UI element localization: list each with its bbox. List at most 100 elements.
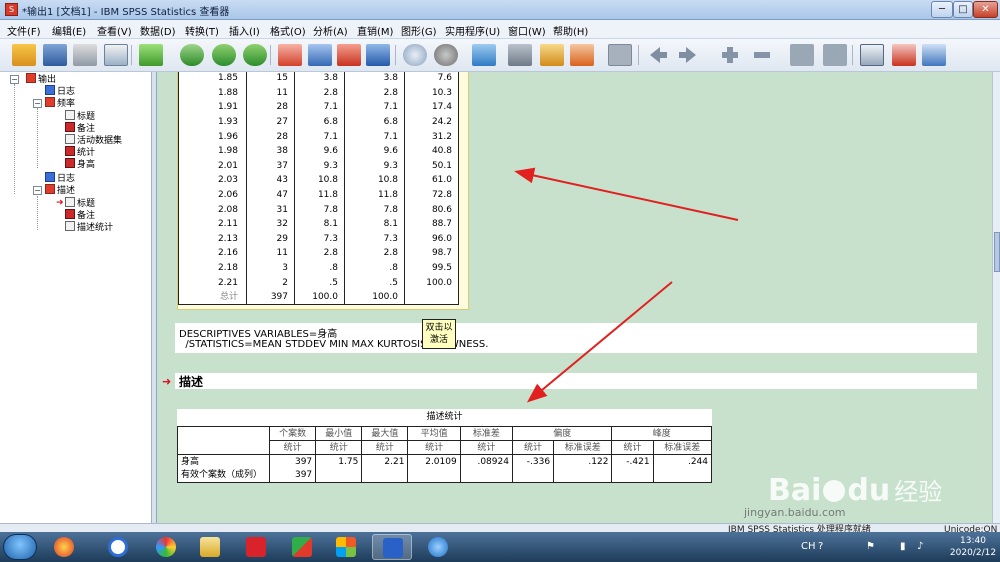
tree-label: 频率 (57, 99, 76, 109)
taskbar-app[interactable] (282, 534, 322, 560)
arrow-left-icon[interactable] (646, 44, 670, 66)
tree-item-log[interactable]: 日志 (45, 85, 75, 97)
table-cell: 43 (246, 173, 295, 188)
notes-icon (65, 122, 75, 132)
minus-icon[interactable] (750, 44, 774, 66)
variables-icon[interactable] (366, 44, 390, 66)
tree-item-frequencies[interactable]: 频率 (45, 97, 75, 109)
export-icon[interactable] (139, 44, 163, 66)
tree-item-title[interactable]: 标题 (65, 110, 95, 122)
goto-data-icon[interactable] (278, 44, 302, 66)
taskbar-app[interactable] (418, 534, 458, 560)
descriptive-statistics-table[interactable]: 个案数 最小值 最大值 平均值 标准差 偏度 峰度 统计 统计 统计 统计 统计… (177, 426, 713, 483)
spell-check-icon[interactable] (508, 44, 532, 66)
tree-connector (37, 196, 38, 230)
menu-view[interactable]: 查看(V) (97, 23, 132, 38)
redo-icon[interactable] (243, 44, 267, 66)
vertical-scrollbar[interactable] (992, 72, 1000, 523)
tree-item-descriptive-statistics[interactable]: 描述统计 (65, 221, 113, 233)
tree-item-height[interactable]: 身高 (65, 158, 95, 170)
clock[interactable]: 13:40 2020/2/12 (948, 535, 998, 559)
frequency-table-frame[interactable]: 1.85 15 3.8 3.8 7.6 1.88 11 2.8 2.8 10.3 1.91 28 7.1… (177, 72, 469, 310)
table-cell: 1.91 (178, 100, 247, 115)
toolbar-separator (852, 45, 853, 65)
open-icon[interactable] (12, 44, 36, 66)
tree-item-notes[interactable]: 备注 (65, 209, 95, 221)
tree-item-log[interactable]: 日志 (45, 172, 75, 184)
menu-edit[interactable]: 编辑(E) (52, 23, 86, 38)
subheader: 统计 (268, 440, 317, 455)
insert-chart-icon[interactable] (570, 44, 594, 66)
taskbar-app[interactable] (326, 534, 366, 560)
table-row: 1.96 28 7.1 7.1 31.2 (178, 129, 459, 144)
syntax-log[interactable]: DESCRIPTIVES VARIABLES=身高 /STATISTICS=ME… (175, 323, 977, 353)
taskbar-app[interactable] (146, 534, 186, 560)
menu-format[interactable]: 格式(O) (270, 23, 306, 38)
table-cell: .122 (553, 454, 613, 469)
menu-direct[interactable]: 直销(M) (357, 23, 393, 38)
insert-new-icon[interactable] (922, 44, 946, 66)
show-icon[interactable] (790, 44, 814, 66)
tree-item-title[interactable]: 标题 (65, 197, 95, 209)
youdao-icon (246, 537, 266, 557)
table-cell: 2.8 (294, 246, 345, 261)
menu-transform[interactable]: 转换(T) (185, 23, 219, 38)
menu-analyze[interactable]: 分析(A) (313, 23, 348, 38)
menu-insert[interactable]: 插入(I) (229, 23, 260, 38)
print-icon[interactable] (73, 44, 97, 66)
close-button[interactable]: ✕ (973, 1, 998, 18)
table-cell: 3.8 (294, 72, 345, 86)
tree-item-statistics[interactable]: 统计 (65, 146, 95, 158)
tree-item-notes[interactable]: 备注 (65, 122, 95, 134)
start-button[interactable] (3, 534, 37, 560)
undo-icon[interactable] (212, 44, 236, 66)
menu-data[interactable]: 数据(D) (140, 23, 176, 38)
tree-item-descriptives[interactable]: 描述 (45, 184, 75, 196)
help-tray-icon[interactable]: ? (818, 541, 823, 552)
save-icon[interactable] (43, 44, 67, 66)
menu-help[interactable]: 帮助(H) (553, 23, 588, 38)
log-icon (45, 85, 55, 95)
taskbar-app[interactable] (236, 534, 276, 560)
arrow-right-icon[interactable] (676, 44, 700, 66)
menu-graphs[interactable]: 图形(G) (401, 23, 437, 38)
tree-item-output[interactable]: 输出 (26, 73, 56, 85)
insert-text-icon[interactable] (540, 44, 564, 66)
minimize-button[interactable]: ─ (931, 1, 953, 18)
taskbar-app[interactable] (190, 534, 230, 560)
print-preview-icon[interactable] (104, 44, 128, 66)
designate-window-icon[interactable] (472, 44, 496, 66)
goto-variable-icon[interactable] (337, 44, 361, 66)
volume-tray-icon[interactable]: ♪ (917, 541, 923, 552)
show-all-variables-icon[interactable] (403, 44, 427, 66)
table-row: 2.21 2.5.5 100.0 (178, 275, 459, 290)
plus-icon[interactable] (718, 44, 742, 66)
recall-dialog-icon[interactable] (180, 44, 204, 66)
goto-case-icon[interactable] (308, 44, 332, 66)
tree-item-active-dataset[interactable]: 活动数据集 (65, 134, 122, 146)
section-heading[interactable]: 描述 (175, 373, 977, 389)
collapse-toggle[interactable]: − (10, 75, 19, 84)
menu-window[interactable]: 窗口(W) (508, 23, 546, 38)
baidu-watermark: Bai du 经验 jingyan.baidu.com (744, 472, 942, 519)
hide-icon[interactable] (823, 44, 847, 66)
use-sets-icon[interactable] (434, 44, 458, 66)
insert-title-icon[interactable] (892, 44, 916, 66)
network-tray-icon[interactable]: ▮ (900, 541, 906, 552)
table-cell: 2.21 (361, 454, 409, 469)
taskbar-app-spss[interactable] (372, 534, 412, 560)
spss-app-icon[interactable]: S (5, 3, 18, 16)
collapse-toggle[interactable]: − (33, 99, 42, 108)
scrollbar-thumb[interactable] (994, 232, 1000, 272)
table-cell (407, 468, 461, 483)
maximize-button[interactable]: □ (953, 1, 973, 18)
flag-tray-icon[interactable]: ⚑ (866, 541, 875, 552)
collapse-toggle[interactable]: − (33, 186, 42, 195)
lang-indicator[interactable]: CH (801, 541, 816, 552)
menu-file[interactable]: 文件(F) (7, 23, 41, 38)
insert-heading-icon[interactable] (860, 44, 884, 66)
taskbar-app[interactable] (44, 534, 84, 560)
menu-utilities[interactable]: 实用程序(U) (445, 23, 500, 38)
taskbar-app[interactable] (98, 534, 138, 560)
table-cell: .244 (652, 454, 713, 469)
